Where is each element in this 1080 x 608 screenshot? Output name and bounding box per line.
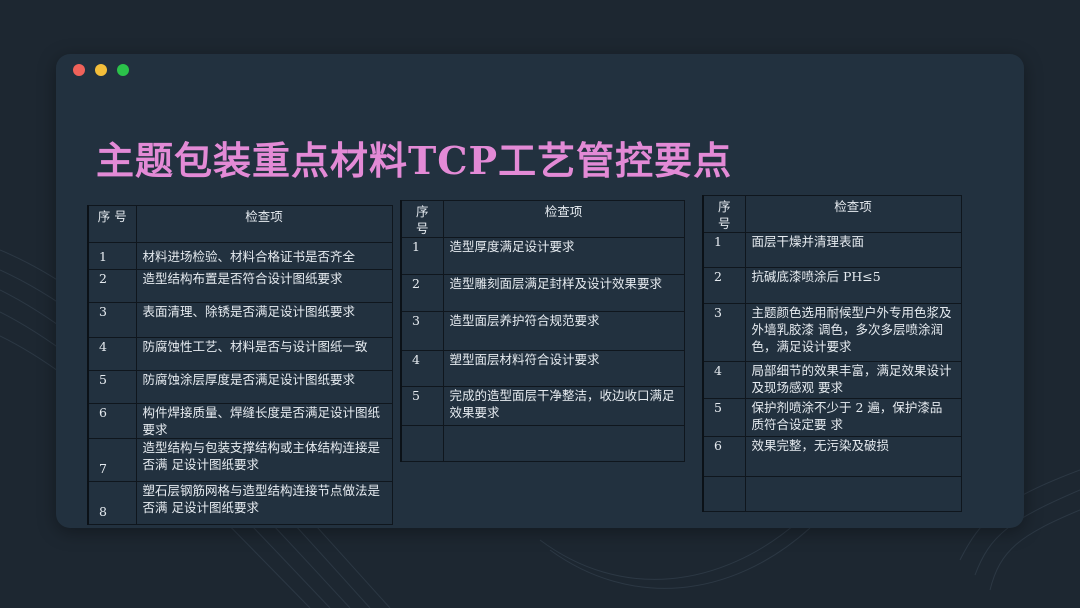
table-row: 5 防腐蚀涂层厚度是否满足设计图纸要求 bbox=[87, 370, 393, 404]
table-row: 5 保护剂喷涂不少于 2 遍，保护漆品质符合设定要 求 bbox=[702, 398, 962, 437]
table-header-item: 检查项 bbox=[744, 195, 962, 233]
row-item: 防腐蚀涂层厚度是否满足设计图纸要求 bbox=[135, 370, 393, 404]
row-item bbox=[744, 476, 962, 512]
row-item: 构件焊接质量、焊缝长度是否满足设计图纸要求 bbox=[135, 403, 393, 439]
table-row: 3 表面清理、除锈是否满足设计图纸要求 bbox=[87, 302, 393, 338]
row-seq: 7 bbox=[87, 438, 137, 482]
table-row: 6 构件焊接质量、焊缝长度是否满足设计图纸要求 bbox=[87, 403, 393, 439]
table-row bbox=[400, 425, 685, 462]
row-seq: 2 bbox=[87, 269, 137, 303]
row-item: 抗碱底漆喷涂后 PH≤5 bbox=[744, 267, 962, 304]
table-row: 2 抗碱底漆喷涂后 PH≤5 bbox=[702, 267, 962, 304]
row-seq: 2 bbox=[702, 267, 746, 304]
table-row: 7 造型结构与包装支撑结构或主体结构连接是否满 足设计图纸要求 bbox=[87, 438, 393, 482]
table-row: 6 效果完整，无污染及破损 bbox=[702, 436, 962, 477]
row-item: 材料进场检验、材料合格证书是否齐全 bbox=[135, 242, 393, 270]
row-seq: 5 bbox=[400, 386, 444, 426]
row-item: 主题颜色选用耐候型户外专用色浆及外墙乳胶漆 调色，多次多层喷涂润色，满足设计要求 bbox=[744, 303, 962, 362]
checklist-table-carving: 序 号 检查项 1 造型厚度满足设计要求 2 造型雕刻面层满足封样及设计效果要求… bbox=[400, 200, 685, 462]
row-seq: 3 bbox=[400, 311, 444, 351]
row-item: 防腐蚀性工艺、材料是否与设计图纸一致 bbox=[135, 337, 393, 371]
row-item: 局部细节的效果丰富，满足效果设计及现场感观 要求 bbox=[744, 361, 962, 399]
row-item: 塑石层钢筋网格与造型结构连接节点做法是否满 足设计图纸要求 bbox=[135, 481, 393, 525]
table-row: 2 造型雕刻面层满足封样及设计效果要求 bbox=[400, 274, 685, 312]
row-seq: 5 bbox=[702, 398, 746, 437]
table-row: 4 防腐蚀性工艺、材料是否与设计图纸一致 bbox=[87, 337, 393, 371]
table-row: 2 造型结构布置是否符合设计图纸要求 bbox=[87, 269, 393, 303]
table-row: 1 材料进场检验、材料合格证书是否齐全 bbox=[87, 242, 393, 270]
table-header-seq: 序 号 bbox=[400, 200, 444, 238]
table-row: 4 局部细节的效果丰富，满足效果设计及现场感观 要求 bbox=[702, 361, 962, 399]
table-row: 8 塑石层钢筋网格与造型结构连接节点做法是否满 足设计图纸要求 bbox=[87, 481, 393, 525]
row-seq: 4 bbox=[87, 337, 137, 371]
table-row: 5 完成的造型面层干净整洁，收边收口满足效果要求 bbox=[400, 386, 685, 426]
row-seq: 6 bbox=[87, 403, 137, 439]
table-row: 3 主题颜色选用耐候型户外专用色浆及外墙乳胶漆 调色，多次多层喷涂润色，满足设计… bbox=[702, 303, 962, 362]
row-seq: 2 bbox=[400, 274, 444, 312]
row-seq: 8 bbox=[87, 481, 137, 525]
row-seq: 5 bbox=[87, 370, 137, 404]
row-item: 完成的造型面层干净整洁，收边收口满足效果要求 bbox=[442, 386, 685, 426]
row-seq bbox=[400, 425, 444, 462]
row-item: 面层干燥并清理表面 bbox=[744, 232, 962, 268]
page-title: 主题包装重点材料TCP工艺管控要点 bbox=[96, 138, 733, 183]
row-item: 塑型面层材料符合设计要求 bbox=[442, 350, 685, 387]
table-row: 1 面层干燥并清理表面 bbox=[702, 232, 962, 268]
table-row bbox=[702, 476, 962, 512]
row-item: 效果完整，无污染及破损 bbox=[744, 436, 962, 477]
table-header-seq: 序 号 bbox=[702, 195, 746, 233]
table-header-item: 检查项 bbox=[135, 205, 393, 243]
checklist-table-materials: 序 号 检查项 1 材料进场检验、材料合格证书是否齐全 2 造型结构布置是否符合… bbox=[87, 205, 393, 525]
row-seq: 1 bbox=[87, 242, 137, 270]
row-item: 表面清理、除锈是否满足设计图纸要求 bbox=[135, 302, 393, 338]
window-maximize-button[interactable] bbox=[117, 64, 129, 76]
row-item bbox=[442, 425, 685, 462]
row-seq: 3 bbox=[702, 303, 746, 362]
table-row: 4 塑型面层材料符合设计要求 bbox=[400, 350, 685, 387]
table-row: 1 造型厚度满足设计要求 bbox=[400, 237, 685, 275]
table-row: 3 造型面层养护符合规范要求 bbox=[400, 311, 685, 351]
window-close-button[interactable] bbox=[73, 64, 85, 76]
row-seq: 3 bbox=[87, 302, 137, 338]
table-header-seq: 序 号 bbox=[87, 205, 137, 243]
window-minimize-button[interactable] bbox=[95, 64, 107, 76]
row-seq: 1 bbox=[702, 232, 746, 268]
row-seq: 1 bbox=[400, 237, 444, 275]
row-seq: 6 bbox=[702, 436, 746, 477]
row-item: 造型结构与包装支撑结构或主体结构连接是否满 足设计图纸要求 bbox=[135, 438, 393, 482]
row-item: 造型厚度满足设计要求 bbox=[442, 237, 685, 275]
checklist-table-painting: 序 号 检查项 1 面层干燥并清理表面 2 抗碱底漆喷涂后 PH≤5 3 主题颜… bbox=[702, 195, 962, 512]
row-seq: 4 bbox=[702, 361, 746, 399]
row-item: 造型面层养护符合规范要求 bbox=[442, 311, 685, 351]
row-item: 造型结构布置是否符合设计图纸要求 bbox=[135, 269, 393, 303]
table-header-item: 检查项 bbox=[442, 200, 685, 238]
row-seq bbox=[702, 476, 746, 512]
row-item: 保护剂喷涂不少于 2 遍，保护漆品质符合设定要 求 bbox=[744, 398, 962, 437]
row-seq: 4 bbox=[400, 350, 444, 387]
row-item: 造型雕刻面层满足封样及设计效果要求 bbox=[442, 274, 685, 312]
